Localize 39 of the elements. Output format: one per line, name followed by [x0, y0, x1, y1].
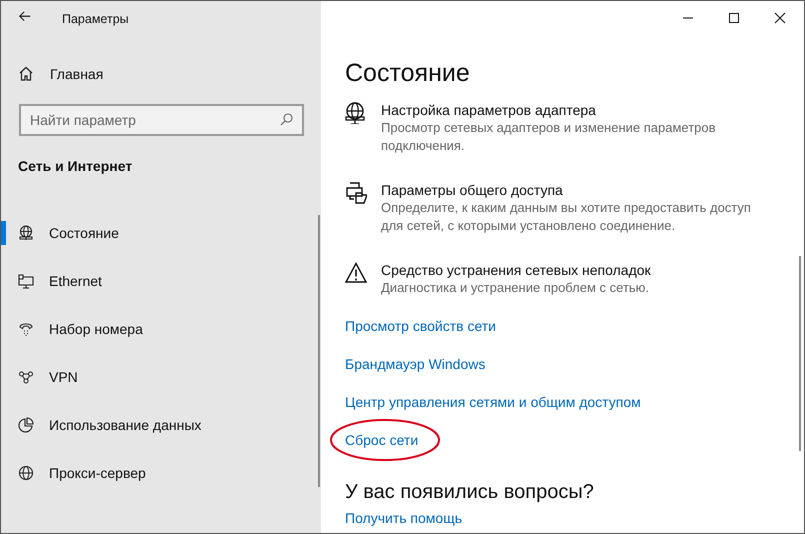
nav-item[interactable]: Использование данных	[1, 401, 301, 449]
pie-chart-icon	[18, 417, 34, 433]
nav-item[interactable]: Набор номера	[1, 305, 301, 353]
nav-item[interactable]: Прокси-сервер	[1, 449, 301, 497]
maximize-icon	[728, 12, 740, 24]
search-field[interactable]: Найти параметр	[19, 104, 304, 136]
scrollbar[interactable]	[799, 256, 801, 451]
home-label: Главная	[50, 66, 104, 82]
nav-item[interactable]: Состояние	[1, 209, 301, 257]
monitor-icon	[18, 273, 34, 289]
warning-icon	[345, 262, 367, 284]
setting-link[interactable]: Параметры общего доступа	[381, 181, 771, 199]
nav-item[interactable]: VPN	[1, 353, 301, 401]
setting-link[interactable]: Настройка параметров адаптера	[381, 101, 771, 119]
page-heading: Состояние	[345, 58, 471, 89]
globe-icon	[18, 465, 34, 481]
home-nav-item[interactable]: Главная	[18, 58, 104, 90]
phone-icon	[18, 321, 34, 337]
nav-item[interactable]: Ethernet	[1, 257, 301, 305]
window-title: Параметры	[62, 12, 129, 26]
related-link[interactable]: Сброс сети	[345, 431, 418, 449]
help-heading: У вас появились вопросы?	[345, 480, 595, 505]
related-link[interactable]: Брандмауэр Windows	[345, 355, 486, 373]
setting-description: Диагностика и устранение проблем с сетью.	[381, 279, 650, 297]
help-link[interactable]: Получить помощь	[345, 509, 462, 527]
close-icon	[774, 12, 786, 24]
globe-monitor-icon	[18, 225, 34, 241]
section-header: Сеть и Интернет	[18, 158, 134, 174]
vpn-icon	[18, 369, 34, 385]
scrollbar[interactable]	[318, 215, 320, 487]
related-link[interactable]: Просмотр свойств сети	[345, 317, 496, 335]
globe-monitor-icon	[345, 102, 367, 124]
setting-link[interactable]: Средство устранения сетевых неполадок	[381, 261, 771, 279]
search-icon	[279, 112, 295, 128]
related-link[interactable]: Центр управления сетями и общим доступом	[345, 393, 641, 411]
home-icon	[18, 66, 34, 82]
printer-folder-icon	[345, 182, 367, 204]
setting-description: Просмотр сетевых адаптеров и изменение параметров подключения.	[381, 119, 717, 155]
setting-description: Определите, к каким данным вы хотите предоставить доступ для сетей, с которыми установлено соединение.	[381, 199, 752, 235]
